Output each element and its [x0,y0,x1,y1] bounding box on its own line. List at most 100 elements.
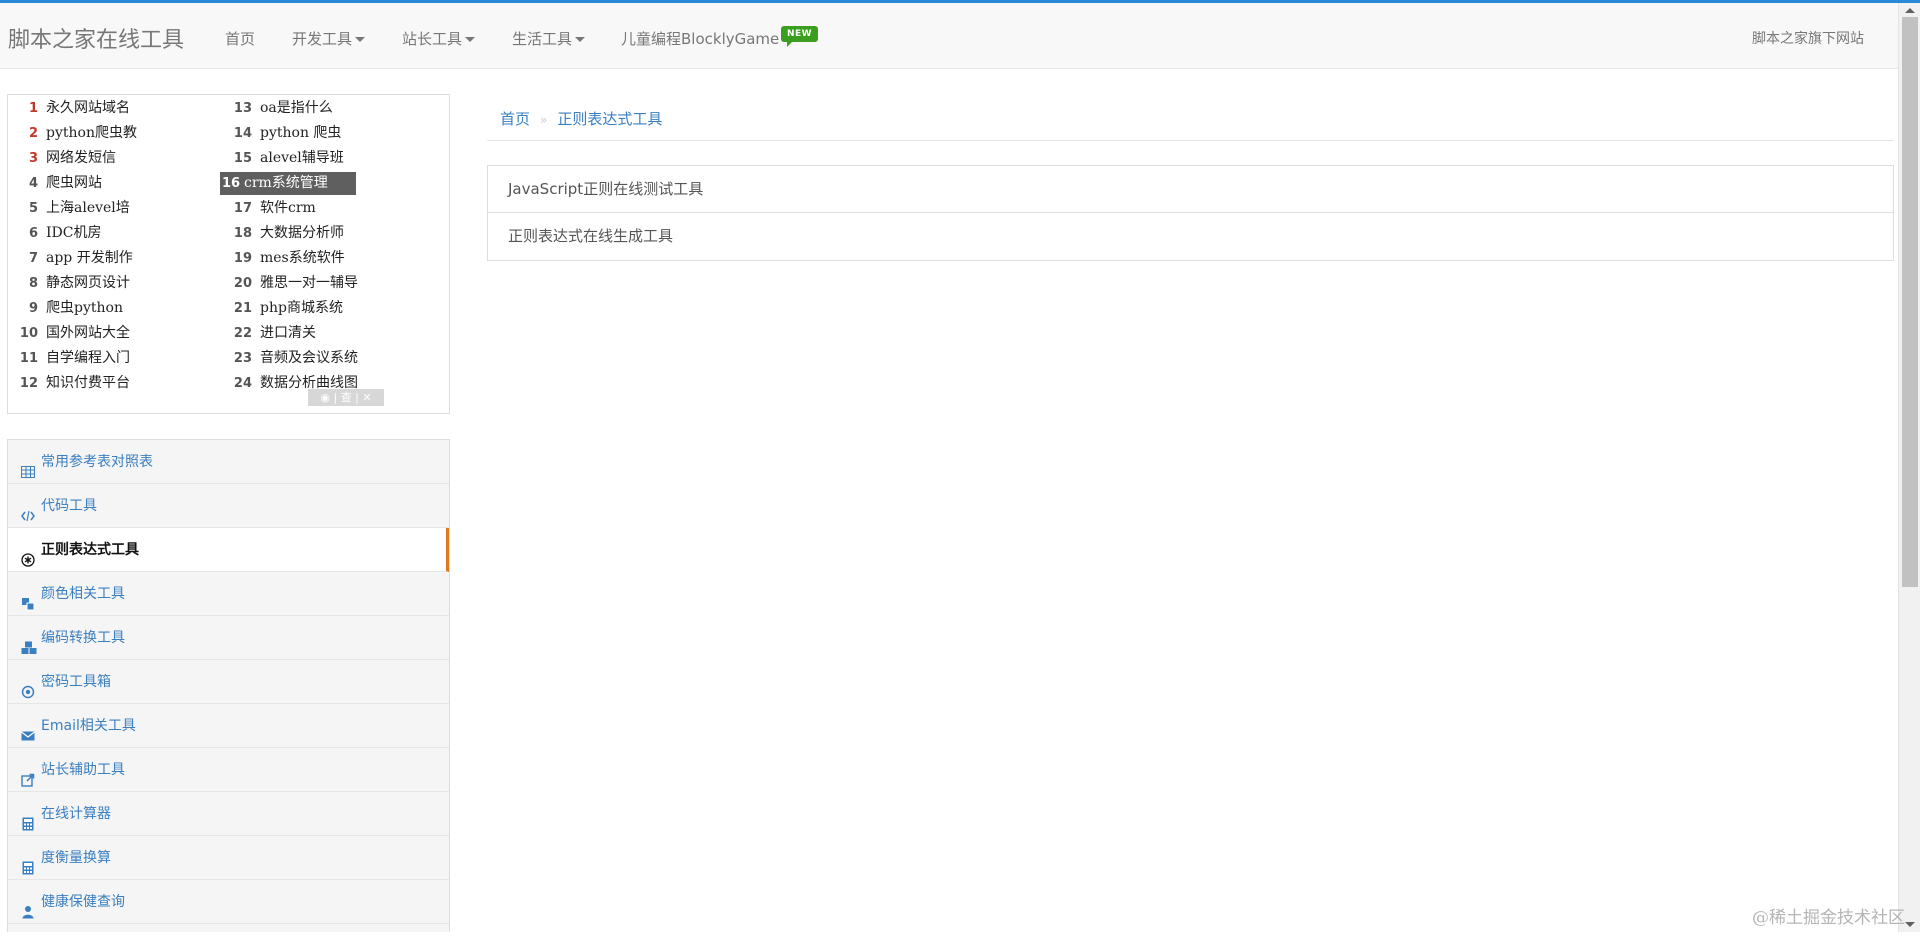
nav-webmaster-tools[interactable]: 站长工具 [402,28,476,49]
ad-link-rank: 21 [233,301,252,316]
scroll-down-icon[interactable] [1905,922,1915,927]
ad-link-text: oa是指什么 [260,100,333,116]
scroll-up-icon[interactable] [1905,8,1915,13]
share-icon [21,761,35,787]
breadcrumb-separator: » [540,113,548,127]
ad-link-item[interactable]: 16 crm系统管理 [220,172,356,195]
ad-link-text: 音频及会议系统 [260,350,358,366]
ad-link-item[interactable]: 21 php商城系统 [222,297,442,320]
caret-down-icon [355,37,366,42]
ad-controls[interactable]: ◉ | 查 | ✕ [308,389,384,406]
nav-home[interactable]: 首页 [225,28,255,49]
nav-blockly-game[interactable]: 儿童编程BlocklyGame [621,28,779,49]
ad-link-rank: 10 [19,326,38,341]
ad-link-text: php商城系统 [260,300,343,316]
ad-link-text: 大数据分析师 [260,225,344,241]
site-brand[interactable]: 脚本之家在线工具 [8,22,184,54]
ad-link-text: 雅思一对一辅导 [260,275,358,291]
ad-link-text: 国外网站大全 [46,325,130,341]
sidebar-item-label: 正则表达式工具 [41,542,139,558]
ad-link-item[interactable]: 5 上海alevel培 [8,197,228,220]
watermark: @稀土掘金技术社区 [1752,908,1905,928]
sidebar-item-label: 颜色相关工具 [41,586,125,602]
ad-link-item[interactable]: 15 alevel辅导班 [222,147,442,170]
ad-link-text: 自学编程入门 [46,350,130,366]
ad-link-item[interactable]: 14 python 爬虫 [222,122,442,145]
sidebar-item[interactable]: Email相关工具 [8,704,449,748]
breadcrumb: 首页 » 正则表达式工具 [500,108,662,129]
ad-link-item[interactable]: 19 mes系统软件 [222,247,442,270]
sidebar-item-label: Email相关工具 [41,718,136,734]
ad-links-box: 1 永久网站域名 2 python爬虫教 3 网络发短信 4 爬虫网站 5 上海alevel培 6 I… [7,94,450,414]
ad-link-text: IDC机房 [46,225,102,241]
ad-link-item[interactable]: 9 爬虫python [8,297,228,320]
sidebar-item[interactable]: 健康保健查询 [8,880,449,924]
ad-link-item[interactable]: 3 网络发短信 [8,147,228,170]
table-icon [21,453,35,478]
scroll-thumb[interactable] [1902,17,1918,587]
ad-link-item[interactable]: 7 app 开发制作 [8,247,228,270]
ad-link-item[interactable]: 4 爬虫网站 [8,172,228,195]
ad-link-text: 爬虫python [46,300,123,316]
ad-link-item[interactable]: 11 自学编程入门 [8,347,228,370]
cubes-icon [21,629,37,654]
ad-link-item[interactable]: 2 python爬虫教 [8,122,228,145]
ad-link-text: app 开发制作 [46,250,133,266]
sidebar-item-label: 编码转换工具 [41,630,125,646]
sidebar-item-label: 站长辅助工具 [41,762,125,778]
ad-link-item[interactable]: 23 音频及会议系统 [222,347,442,370]
breadcrumb-home[interactable]: 首页 [500,110,530,128]
ad-link-rank: 20 [233,276,252,291]
tool-item-regex-generator[interactable]: 正则表达式在线生成工具 [488,213,1893,260]
ad-link-rank: 5 [28,201,38,216]
ad-link-rank: 9 [28,301,38,316]
nav-dev-tools[interactable]: 开发工具 [292,28,366,49]
ad-link-text: 永久网站域名 [46,100,130,116]
ad-link-text: 知识付费平台 [46,375,130,391]
sidebar-item-label: 密码工具箱 [41,674,111,690]
ad-link-text: python 爬虫 [260,125,342,141]
sidebar-item[interactable]: 正则表达式工具 [8,528,449,572]
ad-link-item[interactable]: 6 IDC机房 [8,222,228,245]
ad-link-text: 网络发短信 [46,150,116,166]
ad-link-text: mes系统软件 [260,250,345,266]
nav-dev-tools-label: 开发工具 [292,30,353,48]
sidebar-item[interactable]: 颜色相关工具 [8,572,449,616]
ad-link-item[interactable]: 13 oa是指什么 [222,97,442,120]
ad-link-item[interactable]: 1 永久网站域名 [8,97,228,120]
ad-link-item[interactable]: 22 进口清关 [222,322,442,345]
ad-link-text: 上海alevel培 [46,200,130,216]
code-icon [21,497,35,522]
ad-link-text: crm系统管理 [244,175,328,191]
nav-sister-sites[interactable]: 脚本之家旗下网站 [1752,28,1864,48]
ad-link-rank: 18 [233,226,252,241]
breadcrumb-current[interactable]: 正则表达式工具 [557,110,662,128]
nav-blockly-game-label: 儿童编程BlocklyGame [621,30,780,48]
tool-item-js-regex-tester[interactable]: JavaScript正则在线测试工具 [488,166,1893,213]
nav-life-tools[interactable]: 生活工具 [512,28,586,49]
ad-link-item[interactable]: 18 大数据分析师 [222,222,442,245]
ad-link-rank: 4 [28,176,38,191]
sidebar-item[interactable]: 度衡量换算 [8,836,449,880]
vertical-scrollbar[interactable] [1898,3,1920,932]
ad-link-item[interactable]: 17 软件crm [222,197,442,220]
sidebar-item-label: 度衡量换算 [41,850,111,866]
sidebar-item[interactable]: 代码工具 [8,484,449,528]
ad-link-text: 进口清关 [260,325,316,341]
sidebar-item[interactable]: 密码工具箱 [8,660,449,704]
ad-link-rank: 17 [233,201,252,216]
asterisk-icon [21,541,35,567]
sidebar-item[interactable]: 站长辅助工具 [8,748,449,792]
ad-link-item[interactable]: 10 国外网站大全 [8,322,228,345]
user-icon [21,893,35,919]
top-navbar: 脚本之家在线工具 首页 开发工具 站长工具 生活工具 儿童编程BlocklyGa… [0,3,1898,69]
sidebar-item[interactable]: 常用参考表对照表 [8,440,449,484]
sidebar-item[interactable]: 在线计算器 [8,792,449,836]
ad-link-item[interactable]: 12 知识付费平台 [8,372,228,395]
nav-home-label: 首页 [225,30,256,48]
sidebar-item[interactable]: 编码转换工具 [8,616,449,660]
sidebar-item-label: 健康保健查询 [41,894,125,910]
ad-link-rank: 8 [28,276,38,291]
ad-link-item[interactable]: 8 静态网页设计 [8,272,228,295]
ad-link-item[interactable]: 20 雅思一对一辅导 [222,272,442,295]
